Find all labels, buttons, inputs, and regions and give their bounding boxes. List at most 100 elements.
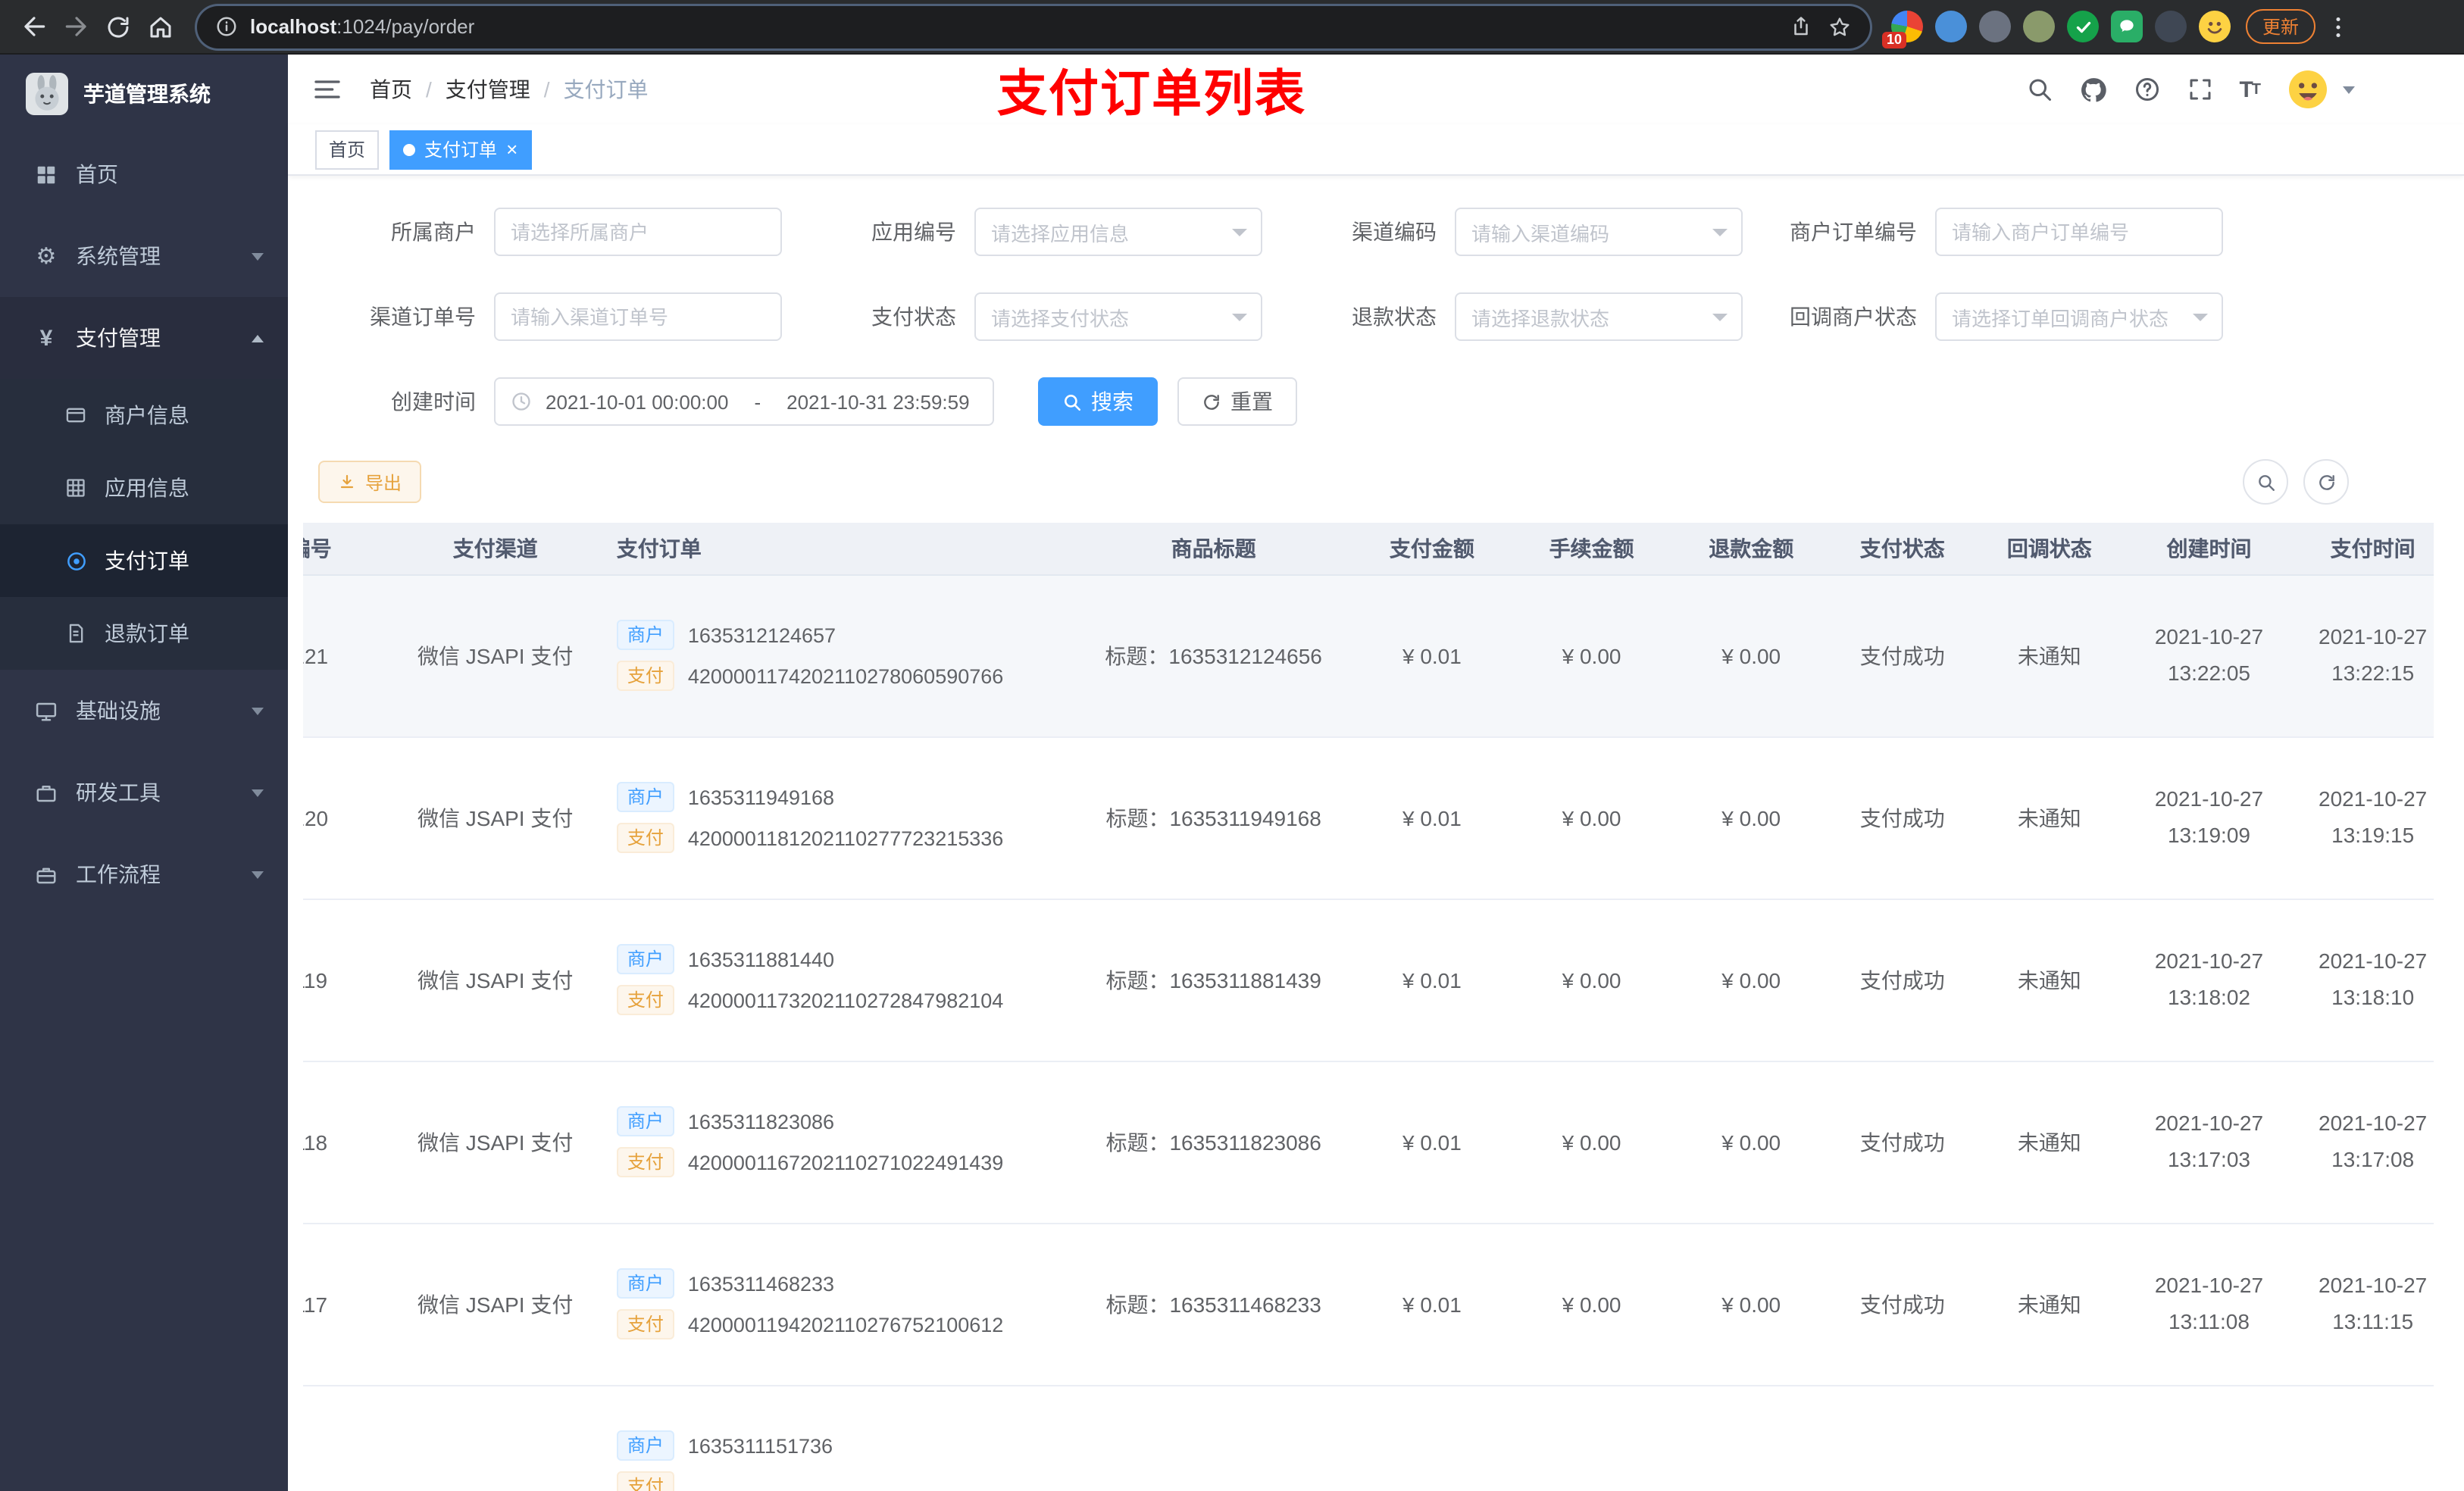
- fullscreen-icon[interactable]: [2186, 76, 2213, 103]
- extension-dark-icon[interactable]: [2155, 11, 2187, 42]
- sidebar-item-label: 系统管理: [76, 244, 161, 268]
- cell-callback: 未通知: [1974, 574, 2125, 737]
- cell-title: 标题：1635311881439: [1074, 899, 1352, 1061]
- download-icon: [340, 474, 354, 489]
- create-time-range-picker[interactable]: 2021-10-01 00:00:00 - 2021-10-31 23:59:5…: [494, 377, 994, 426]
- col-title: 商品标题: [1074, 523, 1352, 575]
- cell-amount: ¥ 0.01: [1352, 736, 1512, 899]
- cell-order: 商户 1635311881440 支付 42000011732021102728…: [604, 899, 1075, 1061]
- channel-code-select[interactable]: 请输入渠道编码: [1455, 208, 1743, 256]
- github-icon[interactable]: [2078, 75, 2107, 104]
- site-info-icon[interactable]: [215, 15, 238, 38]
- active-dot: [403, 143, 416, 155]
- reset-button[interactable]: 重置: [1177, 377, 1297, 426]
- tab-pay-order[interactable]: 支付订单: [389, 130, 532, 169]
- filter-label: 应用编号: [871, 220, 956, 244]
- breadcrumb-home[interactable]: 首页: [370, 74, 412, 105]
- merchant-order-no: 1635311881440: [687, 948, 835, 971]
- sidebar-item-label: 支付管理: [76, 326, 161, 350]
- extension-olive-icon[interactable]: [2023, 11, 2055, 42]
- callback-status-select[interactable]: 请选择订单回调商户状态: [1935, 292, 2223, 341]
- share-icon[interactable]: [1790, 15, 1812, 38]
- cell-pay-time: [2293, 1385, 2434, 1491]
- search-button[interactable]: 搜索: [1038, 377, 1158, 426]
- merchant-tag: 商户: [616, 620, 674, 650]
- forward-icon[interactable]: [55, 5, 97, 48]
- sidebar-fold-icon[interactable]: [312, 74, 342, 105]
- tab-label: 首页: [329, 139, 366, 161]
- toggle-search-button[interactable]: [2243, 459, 2288, 505]
- search-icon: [1065, 394, 1081, 411]
- caret-down-icon: [2193, 314, 2208, 321]
- export-button[interactable]: 导出: [318, 461, 422, 503]
- home-icon[interactable]: [139, 5, 182, 48]
- search-icon[interactable]: [2025, 76, 2053, 103]
- extension-colorful-icon[interactable]: 10: [1882, 11, 1923, 48]
- sidebar-item-infrastructure[interactable]: 基础设施: [0, 670, 288, 752]
- channel-order-no-input[interactable]: [511, 305, 765, 328]
- cell-status: 支付成功: [1831, 736, 1975, 899]
- tab-home[interactable]: 首页: [315, 130, 380, 169]
- merchant-input[interactable]: [511, 220, 765, 243]
- reload-icon[interactable]: [97, 5, 139, 48]
- merchant-order-no: 1635311949168: [687, 786, 835, 808]
- cell-title: 标题：1635311949168: [1074, 736, 1352, 899]
- col-status: 支付状态: [1831, 523, 1975, 575]
- sidebar-item-dev-tools[interactable]: 研发工具: [0, 752, 288, 833]
- extension-blue-icon[interactable]: [1935, 11, 1967, 42]
- cell-amount: [1352, 1385, 1512, 1491]
- cell-refund: ¥ 0.00: [1671, 574, 1831, 737]
- url-host: localhost: [250, 15, 337, 38]
- breadcrumb-payment[interactable]: 支付管理: [446, 74, 530, 105]
- extension-check-icon[interactable]: [2067, 11, 2099, 42]
- toolbox-icon: [33, 781, 59, 804]
- back-icon[interactable]: [12, 5, 55, 48]
- pay-order-no: 4200001194202110276752100612: [687, 1313, 1004, 1336]
- sidebar-item-label: 首页: [76, 162, 118, 186]
- refresh-table-button[interactable]: [2303, 459, 2349, 505]
- browser-menu-icon[interactable]: [2325, 13, 2352, 40]
- merchant-order-no-input[interactable]: [1952, 220, 2206, 243]
- browser-update-button[interactable]: 更新: [2246, 9, 2316, 44]
- sidebar-item-pay-order[interactable]: 支付订单: [0, 524, 288, 597]
- sidebar-item-home[interactable]: 首页: [0, 133, 288, 215]
- table-row: 商户 1635311151736 支付 查看详情: [303, 1385, 2434, 1491]
- font-size-icon[interactable]: TT: [2239, 77, 2261, 102]
- sidebar-item-refund-order[interactable]: 退款订单: [0, 597, 288, 670]
- refund-status-select[interactable]: 请选择退款状态: [1455, 292, 1743, 341]
- url-bar[interactable]: localhost:1024/pay/order: [197, 5, 1870, 48]
- url-text: localhost:1024/pay/order: [250, 15, 1775, 38]
- tab-label: 支付订单: [424, 139, 498, 161]
- close-icon[interactable]: [506, 139, 518, 159]
- sidebar-item-label: 基础设施: [76, 699, 161, 723]
- user-menu[interactable]: [2285, 67, 2355, 112]
- cell-channel: 微信 JSAPI 支付: [386, 1061, 605, 1224]
- filter-label: 所属商户: [391, 220, 476, 244]
- grid-icon: [64, 477, 88, 499]
- cell-create-time: 2021-10-27 13:11:08: [2125, 1223, 2294, 1386]
- page-content: 所属商户 应用编号 请选择应用信息 渠道编码 请输入渠道编码 商户订单编号: [288, 176, 2464, 1491]
- app-logo[interactable]: 芋道管理系统: [0, 55, 288, 133]
- filter-label: 创建时间: [391, 389, 476, 414]
- sidebar: 芋道管理系统 首页 ⚙ 系统管理 ¥ 支付管理 商户信息 应用信息 支付订单 退…: [0, 55, 288, 1491]
- help-icon[interactable]: [2133, 76, 2160, 103]
- sidebar-item-workflow[interactable]: 工作流程: [0, 833, 288, 915]
- sidebar-item-system[interactable]: ⚙ 系统管理: [0, 215, 288, 297]
- sidebar-item-app-info[interactable]: 应用信息: [0, 452, 288, 524]
- app-id-select[interactable]: 请选择应用信息: [974, 208, 1262, 256]
- bookmark-star-icon[interactable]: [1828, 14, 1852, 39]
- pay-status-select[interactable]: 请选择支付状态: [974, 292, 1262, 341]
- sidebar-item-payment[interactable]: ¥ 支付管理: [0, 297, 288, 379]
- extension-gray-icon[interactable]: [1979, 11, 2011, 42]
- merchant-order-no-field[interactable]: [1935, 208, 2223, 256]
- extension-chat-icon[interactable]: [2111, 11, 2143, 42]
- cell-create-time: 2021-10-27 13:22:05: [2125, 574, 2294, 737]
- extension-emoji-icon[interactable]: [2199, 11, 2231, 42]
- pay-tag: 支付: [616, 823, 674, 853]
- channel-order-no-field[interactable]: [494, 292, 782, 341]
- merchant-select[interactable]: [494, 208, 782, 256]
- cell-status: 支付成功: [1831, 1223, 1975, 1386]
- merchant-tag: 商户: [616, 1106, 674, 1136]
- sidebar-item-label: 应用信息: [105, 476, 189, 500]
- sidebar-item-merchant-info[interactable]: 商户信息: [0, 379, 288, 452]
